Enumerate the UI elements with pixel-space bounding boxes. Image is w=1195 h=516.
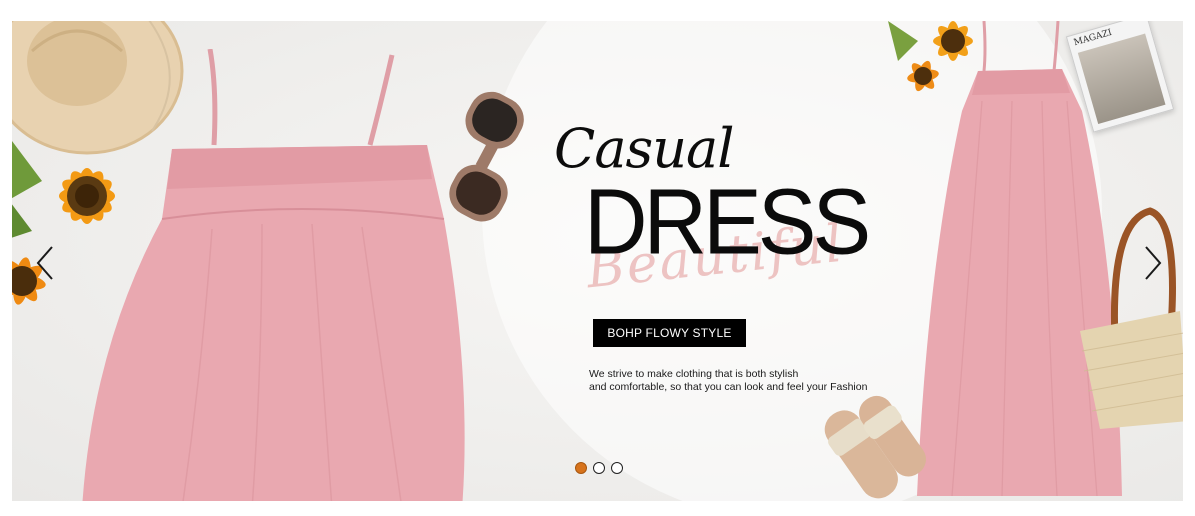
previous-slide-button[interactable] bbox=[30, 243, 60, 283]
slide-dot-2[interactable] bbox=[593, 462, 605, 474]
sandals-image bbox=[824, 395, 926, 499]
description-line-1: We strive to make clothing that is both … bbox=[589, 368, 799, 380]
straw-bag-image bbox=[1080, 207, 1183, 429]
slide-pagination bbox=[575, 462, 623, 474]
slide-dot-1[interactable] bbox=[575, 462, 587, 474]
slide-dot-3[interactable] bbox=[611, 462, 623, 474]
chevron-left-icon bbox=[36, 246, 53, 280]
description-line-2: and comfortable, so that you can look an… bbox=[589, 381, 868, 393]
headline-main: DRESS bbox=[584, 169, 871, 274]
hero-banner: MAGAZI Beautiful Casual DRESS BOHP FLOWY… bbox=[12, 21, 1183, 501]
pink-dress-left-image bbox=[82, 49, 465, 501]
hero-description: We strive to make clothing that is both … bbox=[589, 368, 919, 394]
sunglasses-image bbox=[449, 91, 524, 222]
cta-button[interactable]: BOHP FLOWY STYLE bbox=[593, 319, 746, 347]
next-slide-button[interactable] bbox=[1138, 243, 1168, 283]
chevron-right-icon bbox=[1145, 246, 1162, 280]
